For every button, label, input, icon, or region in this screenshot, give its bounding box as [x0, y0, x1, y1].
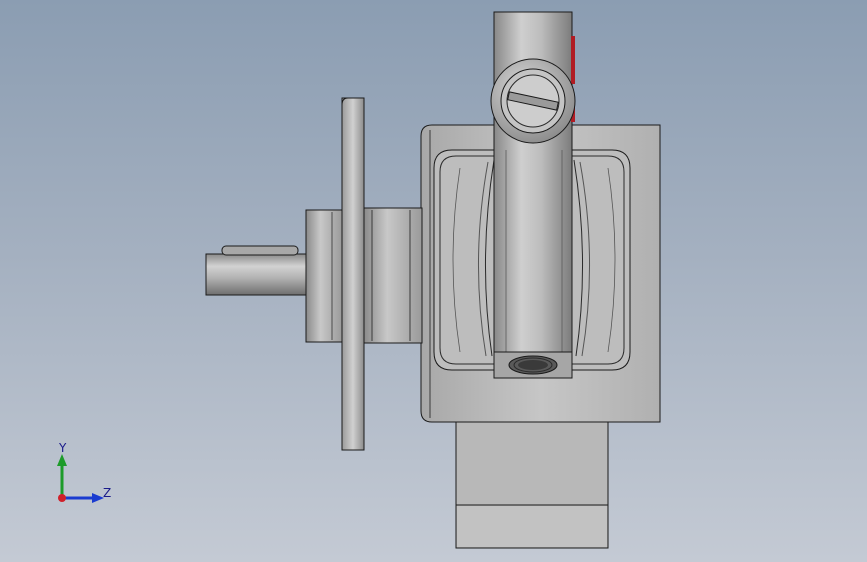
y-axis-label: Y: [58, 441, 67, 455]
orientation-triad: Y Z: [57, 441, 111, 503]
z-axis-label: Z: [103, 486, 111, 500]
collar[interactable]: [305, 209, 343, 343]
slotted-plug[interactable]: [490, 58, 576, 144]
x-axis-dot: [58, 494, 66, 502]
graphics-viewport[interactable]: Y Z: [0, 0, 867, 562]
red-accent: [571, 36, 575, 84]
y-axis-arrowhead: [57, 454, 67, 466]
drive-shaft[interactable]: [205, 245, 307, 296]
cad-model[interactable]: [0, 0, 867, 562]
flange-disc[interactable]: [341, 97, 365, 451]
bottom-port[interactable]: [493, 351, 573, 379]
hub[interactable]: [363, 207, 423, 344]
shaft-key[interactable]: [221, 245, 299, 256]
